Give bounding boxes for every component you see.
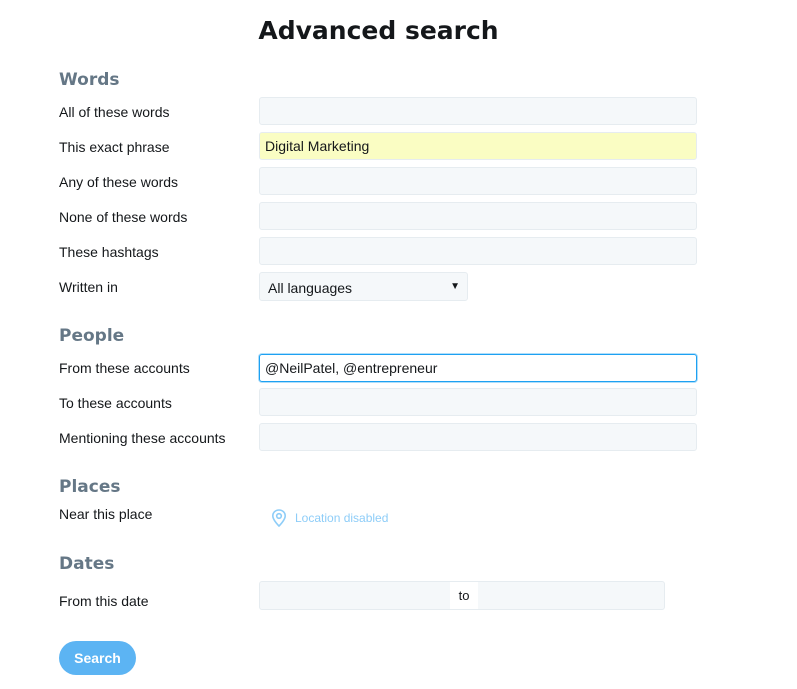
language-select-value: All languages	[268, 280, 353, 296]
people-heading: People	[59, 326, 125, 346]
mentioning-accounts-input[interactable]	[259, 423, 697, 451]
mentioning-accounts-label: Mentioning these accounts	[59, 430, 226, 446]
exact-phrase-label: This exact phrase	[59, 139, 170, 155]
page-title: Advanced search	[258, 16, 499, 45]
date-to-separator: to	[450, 582, 478, 609]
date-range-field: to	[259, 581, 665, 610]
near-place-label: Near this place	[59, 506, 153, 522]
caret-down-icon: ▼	[450, 281, 460, 292]
to-accounts-label: To these accounts	[59, 395, 172, 411]
written-in-label: Written in	[59, 279, 118, 295]
words-heading: Words	[59, 70, 120, 90]
search-button[interactable]: Search	[59, 641, 136, 675]
to-accounts-input[interactable]	[259, 388, 697, 416]
any-words-label: Any of these words	[59, 174, 179, 190]
from-accounts-label: From these accounts	[59, 360, 190, 376]
from-accounts-input[interactable]	[259, 354, 697, 382]
location-toggle[interactable]: Location disabled	[271, 509, 389, 528]
none-words-input[interactable]	[259, 202, 697, 230]
location-pin-icon	[271, 509, 287, 528]
none-words-label: None of these words	[59, 209, 188, 225]
all-words-input[interactable]	[259, 97, 697, 125]
exact-phrase-input[interactable]	[259, 132, 697, 160]
any-words-input[interactable]	[259, 167, 697, 195]
language-select[interactable]: All languages ▼	[259, 272, 468, 301]
location-status-text: Location disabled	[295, 511, 389, 525]
from-date-label: From this date	[59, 593, 149, 609]
hashtags-input[interactable]	[259, 237, 697, 265]
all-words-label: All of these words	[59, 104, 170, 120]
places-heading: Places	[59, 477, 121, 497]
hashtags-label: These hashtags	[59, 244, 159, 260]
dates-heading: Dates	[59, 554, 115, 574]
